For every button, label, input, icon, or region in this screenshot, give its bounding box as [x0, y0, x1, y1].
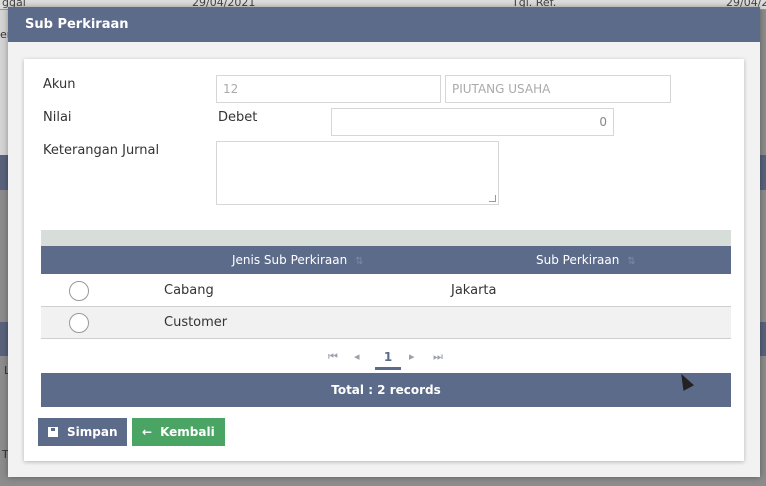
resize-grip-icon[interactable] [489, 195, 496, 202]
floppy-disk-icon [48, 427, 58, 437]
next-page-icon[interactable]: ▸ [409, 350, 415, 363]
save-button-label: Simpan [67, 425, 118, 439]
akun-code-field[interactable]: 12 [216, 75, 441, 103]
row-select-radio[interactable] [69, 313, 89, 333]
cell-sub: Jakarta [451, 283, 497, 298]
nilai-label: Nilai [43, 110, 72, 125]
sub-perkiraan-dialog: Sub Perkiraan Akun 12 PIUTANG USAHA Nila… [8, 7, 760, 477]
cell-jenis: Customer [164, 315, 228, 330]
pagination: ⏮ ◂ 1 ▸ ⏭ [41, 346, 731, 372]
cell-jenis: Cabang [164, 283, 214, 298]
row-select-radio[interactable] [69, 281, 89, 301]
column-header-jenis[interactable]: Jenis Sub Perkiraan ⇅ [232, 246, 364, 276]
back-button-label: Kembali [160, 425, 215, 439]
grid-total: Total : 2 records [41, 373, 731, 407]
akun-name-field[interactable]: PIUTANG USAHA [445, 75, 671, 103]
prev-page-icon[interactable]: ◂ [354, 350, 360, 363]
grid-toolbar [41, 230, 731, 246]
nilai-field[interactable]: 0 [331, 108, 614, 136]
current-page[interactable]: 1 [375, 346, 401, 370]
akun-label: Akun [43, 77, 76, 92]
save-button[interactable]: Simpan [38, 418, 127, 446]
column-header-label: Jenis Sub Perkiraan [232, 253, 348, 267]
table-row[interactable]: Cabang Jakarta [41, 275, 731, 307]
back-button[interactable]: ← Kembali [132, 418, 225, 446]
arrow-left-icon: ← [142, 425, 153, 439]
keterangan-textarea[interactable] [216, 141, 499, 205]
grid-header: Jenis Sub Perkiraan ⇅ Sub Perkiraan ⇅ [41, 246, 731, 274]
first-page-icon[interactable]: ⏮ [328, 350, 338, 364]
dialog-title: Sub Perkiraan [8, 7, 760, 42]
column-header-label: Sub Perkiraan [536, 253, 620, 267]
keterangan-label: Keterangan Jurnal [43, 143, 160, 158]
sort-icon[interactable]: ⇅ [627, 248, 635, 276]
last-page-icon[interactable]: ⏭ [433, 350, 443, 364]
debet-label: Debet [218, 110, 258, 125]
table-row[interactable]: Customer [41, 307, 731, 339]
form-card: Akun 12 PIUTANG USAHA Nilai Debet 0 Kete… [24, 59, 744, 461]
sort-icon[interactable]: ⇅ [355, 248, 363, 276]
column-header-sub[interactable]: Sub Perkiraan ⇅ [536, 246, 636, 276]
